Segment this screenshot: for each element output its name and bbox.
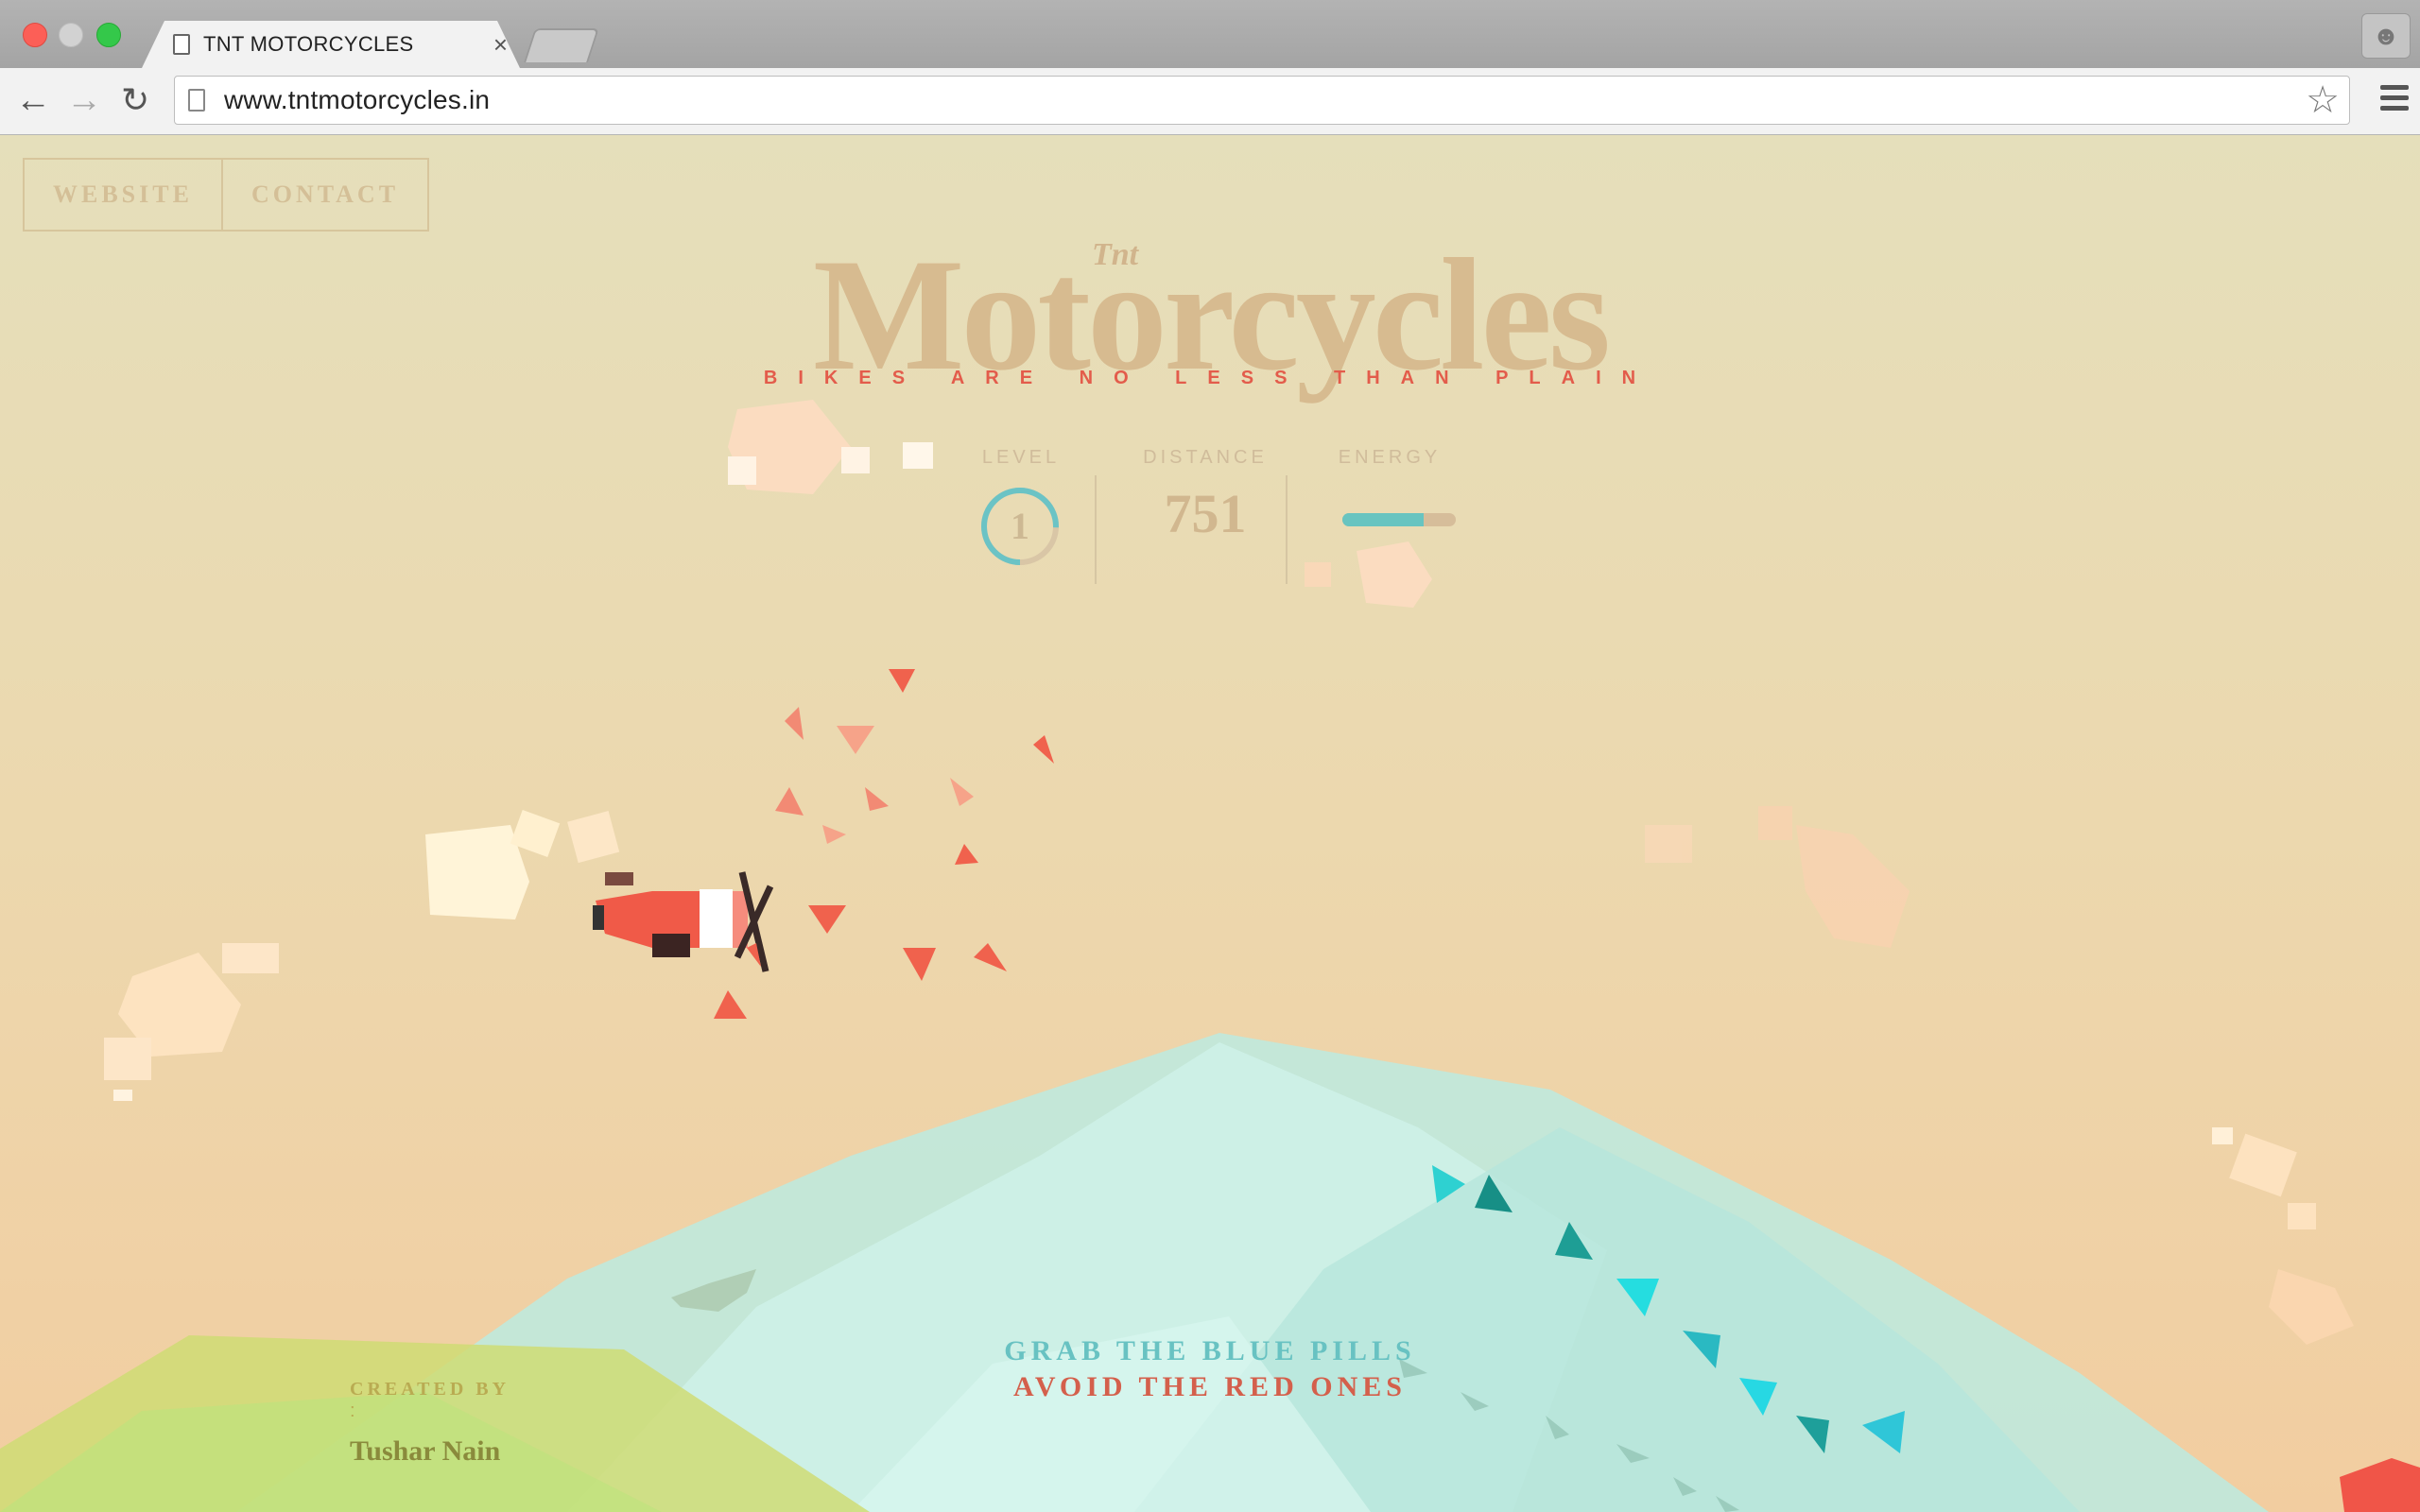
browser-titlebar: TNT MOTORCYCLES × ☻ <box>0 0 2420 68</box>
tagline: BIKES ARE NO LESS THAN PLAIN <box>763 368 1657 388</box>
distance-label: DISTANCE <box>1143 447 1268 468</box>
top-nav: WEBSITE CONTACT <box>23 158 430 232</box>
tab-close-icon[interactable]: × <box>493 30 508 60</box>
menu-icon[interactable] <box>2380 85 2409 116</box>
url-text[interactable]: www.tntmotorcycles.in <box>224 85 2306 115</box>
level-value: 1 <box>1011 505 1029 547</box>
brand-small-label: Tnt <box>1092 237 1139 272</box>
cloud-cluster <box>425 809 620 919</box>
credits-name[interactable]: Tushar Nain <box>350 1435 510 1468</box>
energy-label: ENERGY <box>1338 447 1442 468</box>
level-label: LEVEL <box>981 447 1061 468</box>
nav-website-link[interactable]: WEBSITE <box>25 160 221 230</box>
red-obstacle <box>2340 1458 2420 1512</box>
distance-value: 751 <box>1164 483 1247 544</box>
tab-title: TNT MOTORCYCLES <box>203 32 414 56</box>
nav-contact-link[interactable]: CONTACT <box>220 160 427 230</box>
distance-stat: DISTANCE 751 <box>1115 447 1295 545</box>
energy-bar <box>1342 513 1456 526</box>
cloud-cluster <box>104 943 279 1101</box>
back-arrow-icon[interactable]: ← <box>15 81 51 119</box>
maximize-window-button[interactable] <box>96 23 121 47</box>
cloud-cluster <box>1645 806 1910 948</box>
credits-colon: : <box>350 1400 355 1421</box>
cloud-cluster <box>2212 1127 2354 1345</box>
energy-stat: ENERGY <box>1323 447 1456 526</box>
page-icon <box>173 34 190 55</box>
address-bar[interactable]: www.tntmotorcycles.in ☆ <box>174 76 2350 125</box>
energy-bar-fill <box>1342 513 1425 526</box>
browser-tab[interactable]: TNT MOTORCYCLES × <box>173 23 513 66</box>
stats-panel: LEVEL 1 DISTANCE 751 ENERGY <box>964 447 1456 589</box>
new-tab-button[interactable] <box>524 28 599 62</box>
reload-icon[interactable]: ↻ <box>121 81 149 119</box>
cloud-cluster <box>728 400 933 494</box>
stat-divider <box>1286 475 1288 584</box>
instruction-blue: GRAB THE BLUE PILLS <box>1004 1335 1416 1366</box>
close-window-button[interactable] <box>23 23 47 47</box>
star-icon[interactable]: ☆ <box>2306 78 2340 122</box>
forward-arrow-icon[interactable]: → <box>66 81 102 119</box>
profile-icon[interactable]: ☻ <box>2361 13 2411 59</box>
airplane <box>593 871 774 972</box>
browser-toolbar: ← → ↻ www.tntmotorcycles.in ☆ <box>0 68 2420 136</box>
game-viewport[interactable]: WEBSITE CONTACT Motorcycles Tnt BIKES AR… <box>0 135 2420 1512</box>
minimize-window-button[interactable] <box>59 23 83 47</box>
level-stat: LEVEL 1 <box>964 447 1078 565</box>
credits: CREATED BY : Tushar Nain <box>350 1379 510 1468</box>
credits-label: CREATED BY <box>350 1379 510 1400</box>
page-icon <box>188 89 205 112</box>
stat-divider <box>1095 475 1097 584</box>
